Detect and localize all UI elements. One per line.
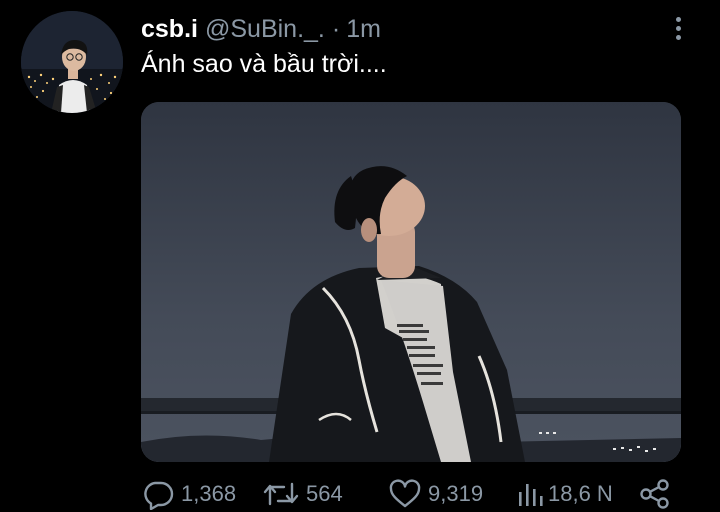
user-handle[interactable]: @SuBin._.: [205, 13, 325, 45]
views-button[interactable]: 18,6 N: [516, 476, 613, 512]
share-icon: [640, 479, 669, 509]
more-dot: [675, 16, 681, 22]
more-dot: [675, 34, 681, 40]
separator-dot: ·: [331, 15, 341, 43]
tweet-header: csb.i @SuBin._. · 1m: [141, 13, 381, 45]
tweet-photo[interactable]: [141, 102, 681, 462]
display-name[interactable]: csb.i: [141, 13, 198, 45]
photo-image: [141, 102, 681, 462]
avatar[interactable]: [21, 11, 123, 113]
avatar-photo: [21, 11, 123, 113]
share-button[interactable]: [638, 476, 672, 512]
heart-icon: [389, 479, 421, 508]
more-dot: [675, 25, 681, 31]
like-button[interactable]: 9,319: [388, 476, 483, 512]
views-chart-icon: [519, 484, 543, 506]
retweet-icon: [263, 482, 299, 506]
reply-button[interactable]: 1,368: [141, 476, 236, 512]
timestamp[interactable]: 1m: [346, 13, 381, 45]
reply-count: 1,368: [181, 481, 237, 506]
views-count: 18,6 N: [548, 481, 613, 506]
tweet-card: csb.i @SuBin._. · 1m Ánh sao và bầu trời…: [0, 0, 720, 512]
tweet-text: Ánh sao và bầu trời....: [141, 50, 387, 78]
retweet-count: 564: [306, 481, 343, 506]
like-count: 9,319: [428, 481, 484, 506]
retweet-button[interactable]: 564: [262, 476, 343, 512]
more-vertical-icon[interactable]: [665, 14, 691, 42]
action-bar: 1,368 564 9,319 18,6 N: [141, 476, 681, 512]
reply-icon: [144, 481, 174, 510]
